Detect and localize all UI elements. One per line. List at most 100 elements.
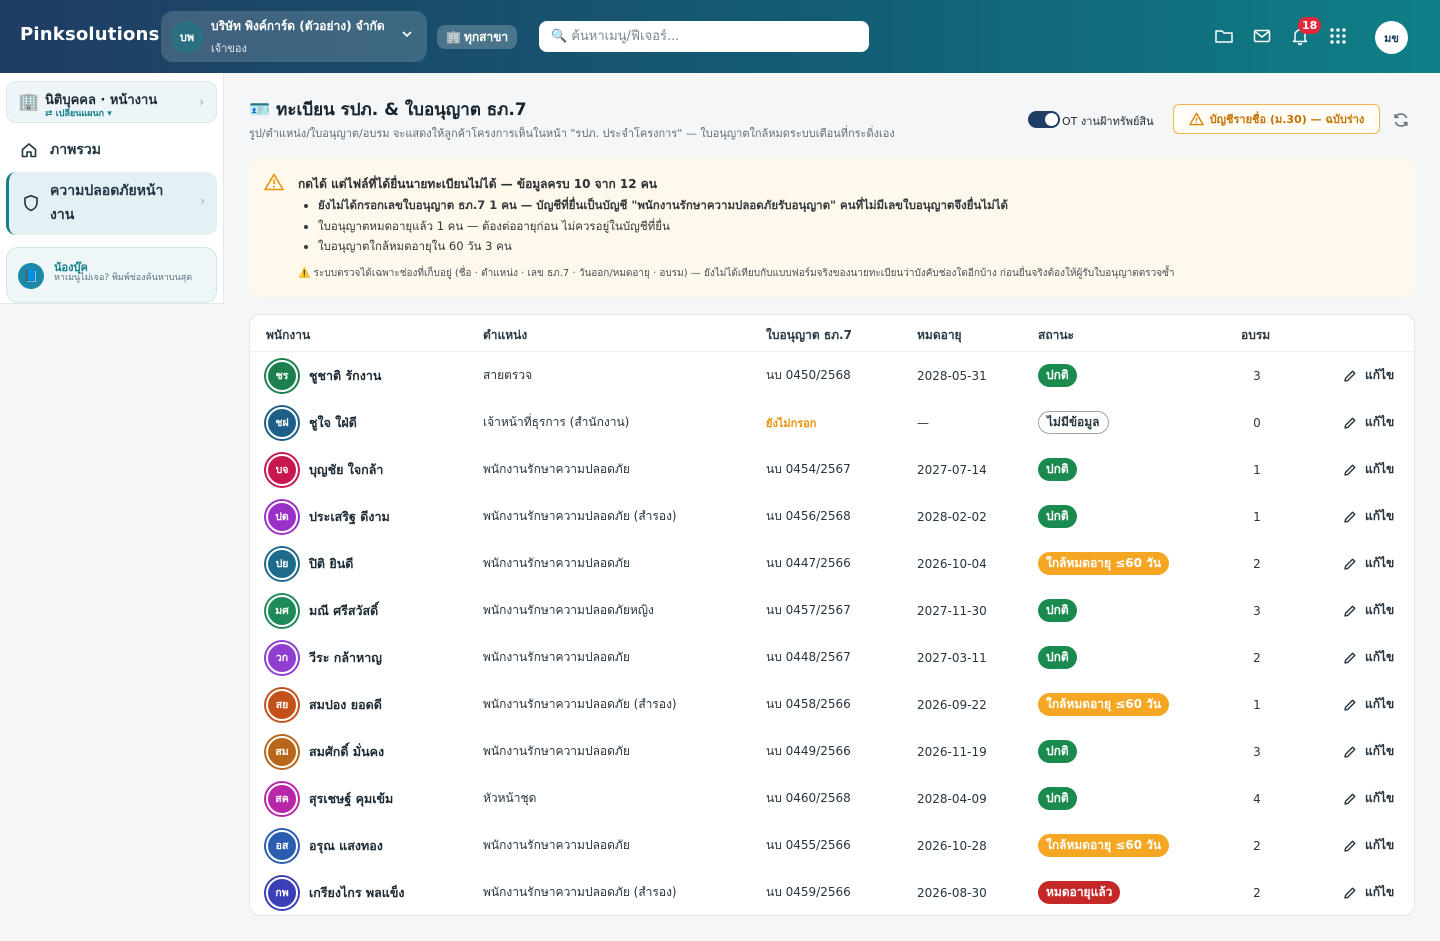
- table-row: อส อรุณ แสงทอง พนักงานรักษาความปลอดภัย นบ 0…: [250, 822, 1414, 869]
- mail-icon[interactable]: [1252, 26, 1272, 46]
- edit-button[interactable]: แก้ไข: [1343, 883, 1394, 902]
- entity-switch-link[interactable]: ⇄ เปลี่ยนแผนก ▾: [45, 106, 112, 120]
- license-expiry: 2028-02-02: [917, 509, 987, 524]
- employee-name[interactable]: สมศักดิ์ มั่นคง: [309, 742, 384, 762]
- edit-label: แก้ไข: [1365, 744, 1395, 758]
- company-name: บริษัท พิงค์การ์ด (ตัวอย่าง) จำกัด: [211, 18, 385, 33]
- edit-button[interactable]: แก้ไข: [1343, 413, 1394, 432]
- edit-button[interactable]: แก้ไข: [1343, 742, 1394, 761]
- folder-icon[interactable]: [1214, 26, 1234, 46]
- column-header-status: สถานะ: [1038, 328, 1074, 342]
- home-icon: [21, 143, 37, 158]
- license-number: นบ 0459/2566: [766, 885, 851, 899]
- employee-name[interactable]: มณี ศรีสวัสดิ์: [309, 601, 378, 621]
- employee-name[interactable]: ชูชาติ รักงาน: [309, 366, 381, 386]
- edit-button[interactable]: แก้ไข: [1343, 648, 1394, 667]
- license-number: นบ 0454/2567: [766, 462, 851, 476]
- entity-switcher[interactable]: 🏢 นิติบุคคล · หน้างาน ⇄ เปลี่ยนแผนก ▾ ›: [6, 81, 217, 123]
- license-expiry: 2026-11-19: [917, 744, 987, 759]
- company-avatar: บพ: [171, 20, 203, 53]
- edit-button[interactable]: แก้ไข: [1343, 695, 1394, 714]
- license-number: นบ 0449/2566: [766, 744, 851, 758]
- pencil-icon: [1344, 746, 1356, 758]
- employee-avatar: มศ: [266, 594, 298, 627]
- edit-button[interactable]: แก้ไข: [1343, 836, 1394, 855]
- top-bar: Pinksolutions บพ บริษัท พิงค์การ์ด (ตัวอ…: [0, 0, 1440, 73]
- training-count: 0: [1253, 415, 1261, 430]
- user-avatar[interactable]: มข: [1375, 21, 1408, 54]
- edit-button[interactable]: แก้ไข: [1343, 554, 1394, 573]
- refresh-icon[interactable]: [1392, 111, 1410, 129]
- warning-item: ใบอนุญาตหมดอายุแล้ว 1 คน — ต้องต่ออายุก่…: [318, 218, 1008, 239]
- employee-name[interactable]: ชูใจ ใฝ่ดี: [309, 413, 357, 433]
- search-input[interactable]: [571, 29, 852, 44]
- table-row: ปย ปิติ ยินดี พนักงานรักษาความปลอดภัย นบ 04…: [250, 540, 1414, 587]
- employee-name[interactable]: อรุณ แสงทอง: [309, 836, 383, 856]
- training-count: 3: [1253, 368, 1261, 383]
- sidebar-item-overview[interactable]: ภาพรวม: [20, 139, 101, 161]
- brand-logo[interactable]: Pinksolutions: [20, 24, 159, 45]
- column-header-license: ใบอนุญาต ธภ.7: [766, 328, 852, 342]
- status-badge: ปกติ: [1038, 740, 1077, 763]
- employee-avatar: สค: [266, 782, 298, 815]
- notification-badge: 18: [1298, 17, 1322, 34]
- warning-note: ⚠️ ระบบตรวจได้เฉพาะช่องที่เก็บอยู่ (ชื่อ…: [298, 268, 1175, 279]
- employee-position: พนักงานรักษาความปลอดภัย: [483, 556, 630, 570]
- pencil-icon: [1344, 840, 1356, 852]
- status-badge: ไม่มีข้อมูล: [1038, 411, 1109, 434]
- training-count: 2: [1253, 838, 1261, 853]
- edit-button[interactable]: แก้ไข: [1343, 460, 1394, 479]
- employee-avatar: สย: [266, 688, 298, 721]
- sidebar-item-site-safety[interactable]: ความปลอดภัยหน้างาน ›: [6, 172, 217, 235]
- pencil-icon: [1344, 417, 1356, 429]
- employee-name[interactable]: ปิติ ยินดี: [309, 554, 353, 574]
- edit-button[interactable]: แก้ไข: [1343, 366, 1394, 385]
- assistant-card[interactable]: 📘 น้องบุ๊ค หาเมนูไม่เจอ? พิมพ์ช่องค้นหาบ…: [6, 247, 217, 303]
- table-row: สม สมศักดิ์ มั่นคง พนักงานรักษาความปลอดภัย…: [250, 728, 1414, 775]
- employee-position: เจ้าหน้าที่ธุรการ (สำนักงาน): [483, 415, 630, 429]
- roster-draft-button[interactable]: บัญชีรายชื่อ (ม.30) — ฉบับร่าง: [1173, 104, 1380, 134]
- employee-position: สายตรวจ: [483, 368, 533, 382]
- column-header-position: ตำแหน่ง: [483, 328, 528, 342]
- table-row: วก วีระ กล้าหาญ พนักงานรักษาความปลอดภัย นบ …: [250, 634, 1414, 681]
- search-icon: 🔍: [551, 29, 568, 44]
- employee-name[interactable]: บุญชัย ใจกล้า: [309, 460, 383, 480]
- sidebar-item-label: ภาพรวม: [50, 142, 101, 158]
- edit-label: แก้ไข: [1365, 556, 1395, 570]
- warning-item: ใบอนุญาตใกล้หมดอายุใน 60 วัน 3 คน: [318, 238, 1008, 259]
- edit-label: แก้ไข: [1365, 838, 1395, 852]
- pencil-icon: [1344, 464, 1356, 476]
- chevron-down-icon: [401, 28, 413, 43]
- employee-avatar: วก: [266, 641, 298, 674]
- training-count: 4: [1253, 791, 1261, 806]
- employee-name[interactable]: ประเสริฐ ดีงาม: [309, 507, 390, 527]
- license-number: นบ 0448/2567: [766, 650, 851, 664]
- training-count: 2: [1253, 556, 1261, 571]
- edit-button[interactable]: แก้ไข: [1343, 601, 1394, 620]
- employee-position: พนักงานรักษาความปลอดภัย: [483, 744, 630, 758]
- branch-label: ทุกสาขา: [463, 29, 509, 44]
- assistant-hint: หาเมนูไม่เจอ? พิมพ์ช่องค้นหาบนสุด: [54, 273, 193, 283]
- company-role: เจ้าของ: [211, 41, 247, 55]
- employee-name[interactable]: เกรียงไกร พลแข็ง: [309, 883, 405, 903]
- status-badge: ปกติ: [1038, 505, 1077, 528]
- edit-button[interactable]: แก้ไข: [1343, 507, 1394, 526]
- employee-name[interactable]: วีระ กล้าหาญ: [309, 648, 382, 668]
- pencil-icon: [1344, 699, 1356, 711]
- ot-toggle[interactable]: [1028, 111, 1060, 128]
- license-number: นบ 0456/2568: [766, 509, 851, 523]
- status-badge: หมดอายุแล้ว: [1038, 881, 1121, 904]
- employee-name[interactable]: สมปอง ยอดดี: [309, 695, 382, 715]
- table-row: สค สุรเชษฐ์ คุมเข้ม หัวหน้าชุด นบ 0460/2568…: [250, 775, 1414, 822]
- employee-name[interactable]: สุรเชษฐ์ คุมเข้ม: [309, 789, 393, 809]
- company-switcher[interactable]: บพ บริษัท พิงค์การ์ด (ตัวอย่าง) จำกัด เจ…: [161, 11, 427, 62]
- edit-button[interactable]: แก้ไข: [1343, 789, 1394, 808]
- training-count: 1: [1253, 509, 1261, 524]
- license-expiry: 2026-09-22: [917, 697, 987, 712]
- apps-grid-icon[interactable]: [1328, 26, 1348, 46]
- ot-toggle-label: OT งานฝ้าทรัพย์สิน: [1062, 115, 1154, 128]
- branch-selector[interactable]: 🏢 ทุกสาขา: [437, 25, 518, 49]
- table-row: สย สมปอง ยอดดี พนักงานรักษาความปลอดภัย (สำ…: [250, 681, 1414, 728]
- license-number: ยังไม่กรอก: [766, 416, 817, 430]
- license-number: นบ 0450/2568: [766, 368, 851, 382]
